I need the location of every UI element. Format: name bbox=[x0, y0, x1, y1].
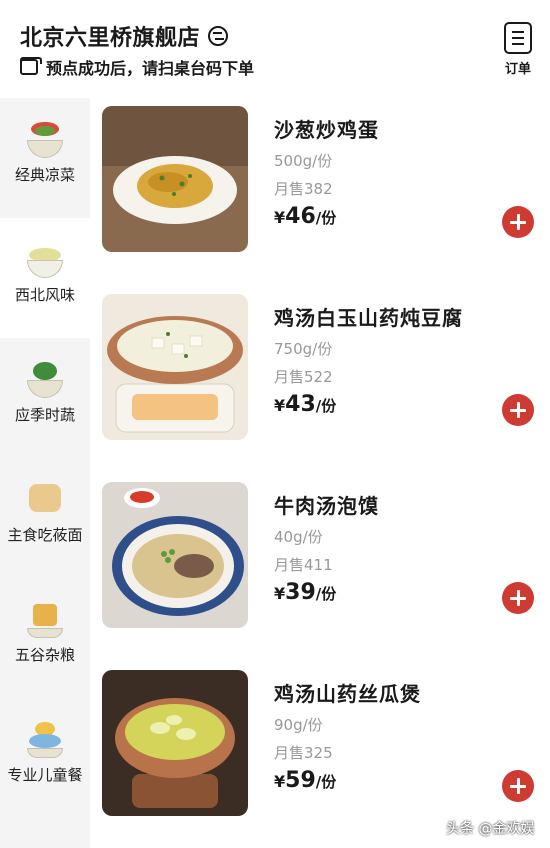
price-currency: ¥ bbox=[274, 772, 286, 791]
dish-name: 鸡汤山药丝瓜煲 bbox=[274, 682, 421, 706]
price-value: 46 bbox=[285, 204, 316, 229]
order-button[interactable]: 订单 bbox=[500, 22, 536, 77]
switch-store-icon[interactable] bbox=[208, 26, 229, 46]
store-selector[interactable]: 北京六里桥旗舰店 bbox=[20, 20, 229, 52]
kids-meal-icon bbox=[25, 720, 65, 758]
sidebar-item-label: 经典凉菜 bbox=[14, 166, 75, 184]
sidebar-item-label: 专业儿童餐 bbox=[7, 766, 83, 784]
list-item[interactable]: 鸡汤山药丝瓜煲 90g/份 月售325 ¥59/份 bbox=[102, 662, 542, 822]
price-value: 39 bbox=[285, 580, 316, 605]
watermark: 头条 @金欢娱 bbox=[446, 821, 535, 837]
price-value: 59 bbox=[285, 768, 316, 793]
notice: 预点成功后，请扫桌台码下单 bbox=[20, 55, 254, 79]
add-to-cart-button[interactable] bbox=[502, 206, 534, 238]
price-currency: ¥ bbox=[274, 584, 286, 603]
dish-weight: 750g/份 bbox=[274, 340, 333, 358]
sidebar-item-label: 西北风味 bbox=[14, 286, 75, 304]
add-to-cart-button[interactable] bbox=[502, 394, 534, 426]
order-list-icon[interactable] bbox=[504, 22, 532, 54]
dish-price: ¥43/份 bbox=[274, 392, 336, 417]
dish-price: ¥39/份 bbox=[274, 580, 336, 605]
price-currency: ¥ bbox=[274, 396, 286, 415]
price-unit: /份 bbox=[315, 773, 337, 791]
dish-photo[interactable] bbox=[102, 670, 248, 816]
notice-text: 预点成功后，请扫桌台码下单 bbox=[46, 59, 255, 78]
sidebar-item-staple-oat-noodles[interactable]: 主食吃莜面 bbox=[0, 458, 90, 578]
menu-list: 沙葱炒鸡蛋 500g/份 月售382 ¥46/份 鸡汤白玉山药炖豆腐 750g/… bbox=[90, 98, 550, 848]
dish-monthly-sales: 月售522 bbox=[274, 368, 333, 386]
dish-price: ¥59/份 bbox=[274, 768, 336, 793]
sidebar-item-northwest-flavor[interactable]: 西北风味 bbox=[0, 218, 90, 338]
dish-photo[interactable] bbox=[102, 294, 248, 440]
order-label[interactable]: 订单 bbox=[500, 58, 536, 77]
category-sidebar: 经典凉菜 西北风味 应季时蔬 主食吃莜面 五谷杂粮 专业儿童餐 bbox=[0, 98, 90, 848]
dish-name: 牛肉汤泡馍 bbox=[274, 494, 379, 518]
sidebar-item-label: 主食吃莜面 bbox=[7, 526, 83, 544]
dish-name: 鸡汤白玉山药炖豆腐 bbox=[274, 306, 463, 330]
header: 北京六里桥旗舰店 预点成功后，请扫桌台码下单 订单 bbox=[0, 0, 550, 96]
dish-monthly-sales: 月售382 bbox=[274, 180, 333, 198]
dish-photo[interactable] bbox=[102, 482, 248, 628]
list-item[interactable]: 沙葱炒鸡蛋 500g/份 月售382 ¥46/份 bbox=[102, 98, 542, 258]
dish-weight: 40g/份 bbox=[274, 528, 323, 546]
sidebar-item-grains[interactable]: 五谷杂粮 bbox=[0, 578, 90, 698]
dish-monthly-sales: 月售411 bbox=[274, 556, 333, 574]
store-name[interactable]: 北京六里桥旗舰店 bbox=[20, 20, 200, 52]
sidebar-item-kids-meal[interactable]: 专业儿童餐 bbox=[0, 698, 90, 818]
price-unit: /份 bbox=[315, 397, 337, 415]
dish-weight: 90g/份 bbox=[274, 716, 323, 734]
sidebar-item-label: 应季时蔬 bbox=[14, 406, 75, 424]
salad-bowl-icon bbox=[25, 120, 65, 158]
dish-name: 沙葱炒鸡蛋 bbox=[274, 118, 379, 142]
price-unit: /份 bbox=[315, 585, 337, 603]
sidebar-item-cold-dishes[interactable]: 经典凉菜 bbox=[0, 98, 90, 218]
steamer-basket-icon bbox=[25, 480, 65, 518]
add-to-cart-button[interactable] bbox=[502, 770, 534, 802]
dish-weight: 500g/份 bbox=[274, 152, 333, 170]
grain-dish-icon bbox=[25, 600, 65, 638]
add-to-cart-button[interactable] bbox=[502, 582, 534, 614]
dish-photo[interactable] bbox=[102, 106, 248, 252]
price-unit: /份 bbox=[315, 209, 337, 227]
list-item[interactable]: 牛肉汤泡馍 40g/份 月售411 ¥39/份 bbox=[102, 474, 542, 634]
price-currency: ¥ bbox=[274, 208, 286, 227]
sidebar-item-seasonal-vegetables[interactable]: 应季时蔬 bbox=[0, 338, 90, 458]
soup-bowl-icon bbox=[25, 240, 65, 278]
dish-price: ¥46/份 bbox=[274, 204, 336, 229]
dish-monthly-sales: 月售325 bbox=[274, 744, 333, 762]
list-item[interactable]: 鸡汤白玉山药炖豆腐 750g/份 月售522 ¥43/份 bbox=[102, 286, 542, 446]
price-value: 43 bbox=[285, 392, 316, 417]
vegetable-bowl-icon bbox=[25, 360, 65, 398]
store-icon bbox=[20, 57, 42, 75]
sidebar-item-label: 五谷杂粮 bbox=[14, 646, 75, 664]
